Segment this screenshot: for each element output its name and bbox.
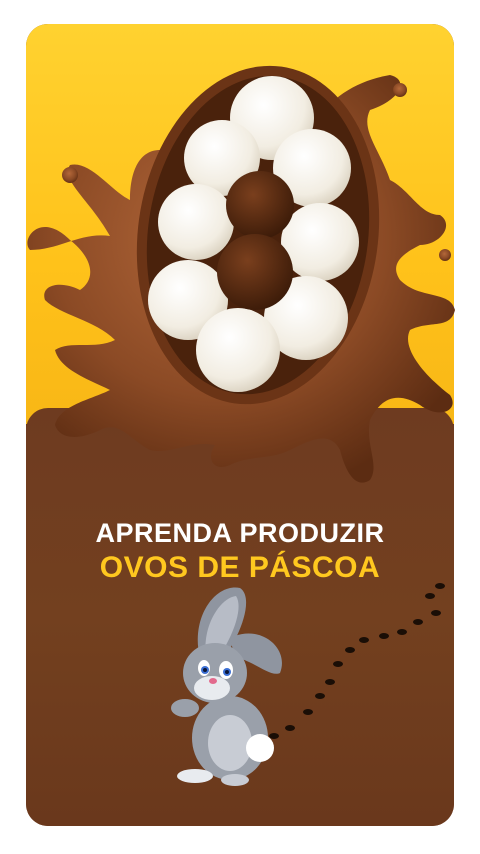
footprints-icon <box>269 583 445 739</box>
bunny-icon <box>171 587 282 786</box>
chocolate-egg-with-truffles-icon <box>27 65 455 483</box>
bunny-illustration <box>171 583 445 786</box>
headline-line-1: APRENDA PRODUZIR <box>95 518 385 548</box>
